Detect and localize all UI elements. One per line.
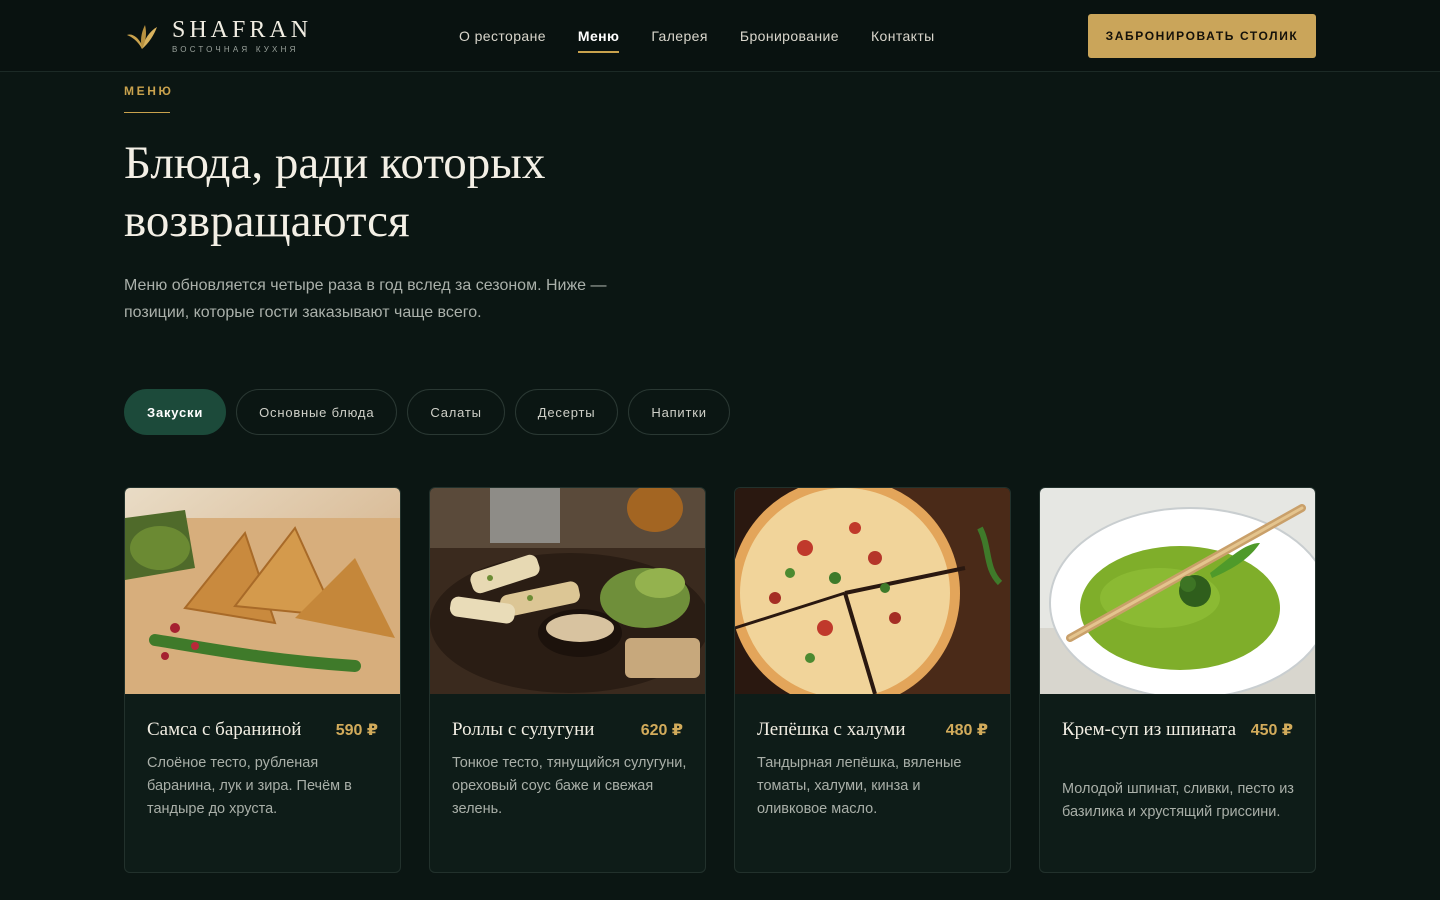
dish-card[interactable]: Самса с бараниной 590 ₽ Слоёное тесто, р… — [124, 487, 401, 873]
dish-price: 620 ₽ — [640, 722, 683, 739]
nav-item-gallery[interactable]: Галерея — [651, 0, 708, 72]
dish-title: Крем-суп из шпината — [1062, 719, 1237, 740]
page-title: Блюда, ради которых возвращаются — [124, 134, 684, 250]
spinach-soup-photo — [1040, 488, 1315, 694]
tab-main-dishes[interactable]: Основные блюда — [236, 389, 398, 435]
dish-price: 450 ₽ — [1250, 722, 1293, 739]
nav-item-contacts[interactable]: Контакты — [871, 0, 935, 72]
eyebrow-divider — [124, 112, 170, 113]
main-nav: О ресторане Меню Галерея Бронирование Ко… — [459, 0, 967, 72]
brand-tagline: ВОСТОЧНАЯ КУХНЯ — [172, 45, 299, 54]
brand-logo[interactable]: SHAFRAN ВОСТОЧНАЯ КУХНЯ — [124, 18, 312, 54]
nav-item-about[interactable]: О ресторане — [459, 0, 546, 72]
dish-title: Роллы с сулугуни — [452, 719, 595, 740]
halloumi-flatbread-photo — [735, 488, 1010, 694]
tab-drinks[interactable]: Напитки — [628, 389, 730, 435]
dish-title: Лепёшка с халуми — [757, 719, 906, 740]
tab-salads[interactable]: Салаты — [407, 389, 505, 435]
page-lead: Меню обновляется четыре раза в год вслед… — [124, 277, 607, 321]
brand-name: SHAFRAN — [172, 17, 313, 43]
dish-description: Тандырная лепёшка, вяленые томаты, халум… — [757, 755, 962, 817]
book-table-button[interactable]: ЗАБРОНИРОВАТЬ СТОЛИК — [1088, 14, 1316, 58]
tab-desserts[interactable]: Десерты — [514, 389, 619, 435]
dish-card[interactable]: Крем-суп из шпината 450 ₽ Молодой шпинат… — [1039, 487, 1316, 873]
dish-description: Слоёное тесто, рубленая баранина, лук и … — [147, 755, 352, 817]
page-title-line-2: возвращаются — [124, 195, 410, 247]
tab-starters[interactable]: Закуски — [124, 389, 227, 435]
dish-card[interactable]: Роллы с сулугуни 620 ₽ Тонкое тесто, тян… — [429, 487, 706, 873]
section-eyebrow: МЕНЮ — [124, 84, 174, 98]
nav-item-menu[interactable]: Меню — [577, 0, 620, 72]
dish-title: Самса с бараниной — [147, 719, 302, 740]
dish-card[interactable]: Лепёшка с халуми 480 ₽ Тандырная лепёшка… — [734, 487, 1011, 873]
dish-description: Тонкое тесто, тянущийся сулугуни, орехов… — [452, 755, 687, 817]
saffron-leaf-icon — [127, 25, 157, 49]
suluguni-rolls-photo — [430, 488, 705, 694]
dish-price: 480 ₽ — [945, 722, 988, 739]
menu-category-tabs: Закуски Основные блюда Салаты Десерты На… — [124, 389, 740, 435]
site-header: SHAFRAN ВОСТОЧНАЯ КУХНЯ О ресторане Меню… — [0, 0, 1440, 72]
samsa-photo — [125, 488, 400, 694]
dish-price: 590 ₽ — [335, 722, 378, 739]
nav-item-booking[interactable]: Бронирование — [740, 0, 839, 72]
page-title-line-1: Блюда, ради которых — [124, 137, 546, 189]
dish-description: Молодой шпинат, сливки, песто из базилик… — [1062, 781, 1294, 820]
